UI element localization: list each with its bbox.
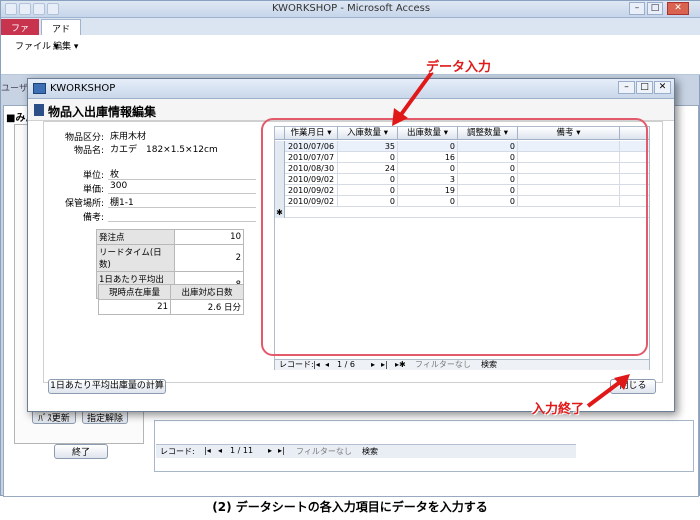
order-point-label: 発注点	[96, 229, 175, 245]
datasheet-filter-status[interactable]: フィルターなし	[415, 360, 471, 370]
calc-avg-button[interactable]: 1日あたり平均出庫量の計算	[48, 379, 166, 394]
close-icon[interactable]: ✕	[667, 2, 689, 15]
form-icon	[33, 83, 46, 94]
menu-file[interactable]: ファイル ▾	[15, 39, 58, 52]
field-value-notes[interactable]	[108, 209, 256, 222]
field-label-name: 物品名:	[73, 146, 104, 156]
background-nav-label: レコード:	[160, 447, 195, 456]
tab-add-ins[interactable]: アドイン	[41, 19, 81, 48]
field-value-price[interactable]: 300	[108, 181, 256, 194]
ds-nav-first-icon[interactable]: |◂	[313, 360, 320, 370]
data-entry-annotation: データ入力	[426, 60, 492, 75]
datasheet-nav-position[interactable]: 1 / 6	[337, 360, 355, 370]
datasheet-search-box[interactable]: 検索	[481, 360, 497, 370]
minimize-icon[interactable]: –	[629, 2, 645, 15]
background-nav-position[interactable]: 1 / 11	[230, 446, 253, 455]
ds-nav-new-icon[interactable]: ▸✱	[395, 360, 406, 370]
field-label-unit: 単位:	[82, 171, 104, 181]
tab-file[interactable]: ファイル	[1, 19, 39, 47]
app-titlebar: KWORKSHOP - Microsoft Access – □ ✕	[1, 1, 700, 18]
order-point-value[interactable]: 10	[174, 229, 244, 245]
nav-prev-icon[interactable]: ◂	[218, 446, 222, 455]
field-value-name[interactable]: カエデ 182×1.5×12cm	[108, 142, 256, 155]
datasheet-highlight	[261, 118, 648, 356]
dialog-title: KWORKSHOP	[50, 83, 116, 94]
dialog-close-icon[interactable]: ✕	[654, 81, 671, 94]
stock-header-current: 現時点在庫量	[98, 284, 171, 300]
stock-table: 現時点在庫量 出庫対応日数 21 2.6 日分	[98, 284, 244, 315]
field-label-location: 保管場所:	[64, 199, 104, 209]
entry-done-annotation: 入力終了	[532, 402, 585, 417]
dialog-minimize-icon[interactable]: –	[618, 81, 635, 94]
field-label-notes: 備考:	[82, 213, 104, 223]
ribbon-tabs: ファイル アドイン	[1, 18, 700, 48]
lead-time-label: リードタイム(日数)	[96, 244, 175, 272]
ds-nav-next-icon[interactable]: ▸	[371, 360, 375, 370]
background-record-nav: レコード: |◂ ◂ 1 / 11 ▸ ▸| フィルターなし 検索	[156, 444, 576, 458]
stock-current-value: 21	[98, 299, 171, 315]
entry-done-arrow-icon	[586, 374, 630, 408]
nav-last-icon[interactable]: ▸|	[278, 446, 285, 455]
nav-first-icon[interactable]: |◂	[204, 446, 211, 455]
datasheet-record-nav: レコード: |◂ ◂ 1 / 6 ▸ ▸| ▸✱ フィルターなし 検索	[275, 359, 649, 370]
field-value-location[interactable]: 棚1-1	[108, 195, 256, 208]
form-heading: 物品入出庫情報編集	[48, 105, 157, 119]
datasheet-nav-label: レコード:	[279, 360, 314, 369]
app-title: KWORKSHOP - Microsoft Access	[271, 3, 431, 14]
ribbon-body: ファイル ▾ 編集 ▾	[1, 35, 700, 75]
ds-nav-prev-icon[interactable]: ◂	[325, 360, 329, 370]
record-selector-icon	[34, 104, 44, 116]
field-value-unit[interactable]: 枚	[108, 167, 256, 180]
nav-next-icon[interactable]: ▸	[268, 446, 272, 455]
dialog-maximize-icon[interactable]: □	[636, 81, 653, 94]
ds-nav-last-icon[interactable]: ▸|	[381, 360, 388, 370]
background-close-button[interactable]: 終了	[54, 444, 108, 459]
field-label-price: 単価:	[82, 185, 104, 195]
field-value-category[interactable]: 床用木材	[108, 129, 256, 142]
figure-caption: (2) データシートの各入力項目にデータを入力する	[212, 500, 488, 514]
background-register-button[interactable]: 指定解除	[82, 410, 128, 424]
dialog-titlebar: KWORKSHOP – □ ✕	[28, 79, 674, 99]
background-search-box[interactable]: 検索	[362, 446, 378, 457]
field-label-category: 物品区分:	[64, 133, 104, 143]
background-filter-status[interactable]: フィルターなし	[296, 446, 352, 457]
stock-days-value: 2.6 日分	[170, 299, 244, 315]
lead-time-value[interactable]: 2	[174, 244, 244, 272]
background-update-button[interactable]: ﾊﾞｽ更新	[32, 410, 76, 424]
maximize-icon[interactable]: □	[647, 2, 663, 15]
stock-header-days: 出庫対応日数	[170, 284, 244, 300]
menu-edit[interactable]: 編集 ▾	[53, 39, 78, 52]
